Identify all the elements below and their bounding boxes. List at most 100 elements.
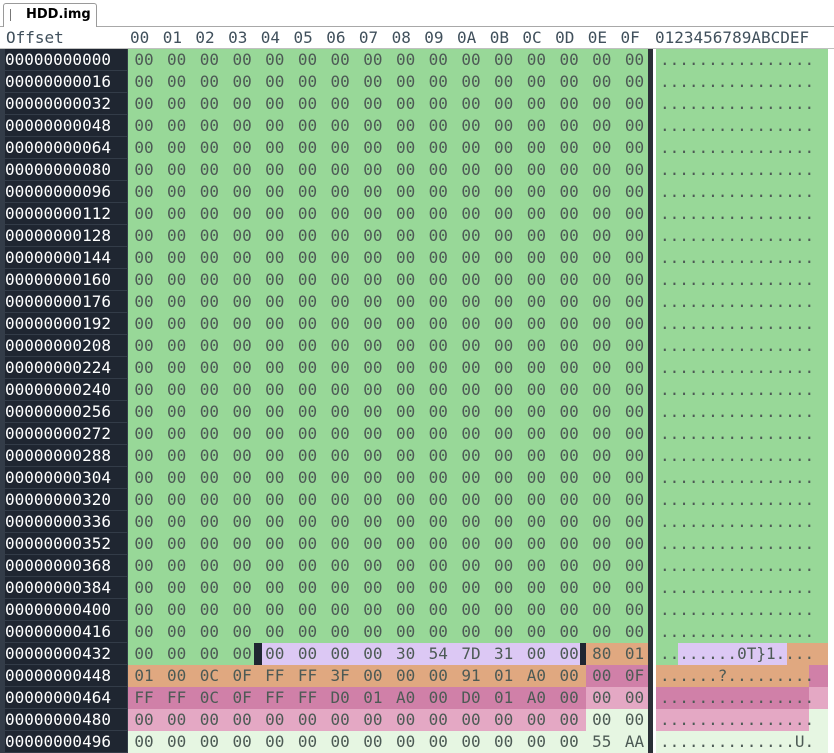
hex-byte[interactable]: 00 (423, 93, 453, 115)
hex-byte[interactable]: 00 (391, 379, 421, 401)
hex-byte[interactable]: 00 (521, 159, 551, 181)
hex-byte[interactable]: 00 (620, 203, 650, 225)
hex-byte[interactable]: 00 (620, 159, 650, 181)
hex-byte[interactable]: 00 (456, 379, 486, 401)
hex-row[interactable]: 00 00 00 00 00 00 00 00 00 00 00 00 00 00 00 00 (128, 181, 655, 203)
hex-byte[interactable]: 00 (391, 335, 421, 357)
hex-byte[interactable]: 00 (391, 533, 421, 555)
hex-byte[interactable]: 00 (162, 379, 192, 401)
hex-byte[interactable]: 00 (587, 225, 617, 247)
hex-byte[interactable]: 0F (227, 687, 257, 709)
hex-byte[interactable]: 00 (260, 49, 290, 71)
hex-byte[interactable]: 00 (194, 225, 224, 247)
hex-byte[interactable]: 00 (227, 225, 257, 247)
hex-byte[interactable]: 00 (129, 203, 159, 225)
hex-byte[interactable]: 00 (358, 599, 388, 621)
hex-byte[interactable]: 00 (129, 555, 159, 577)
hex-byte[interactable]: 00 (489, 49, 519, 71)
hex-byte[interactable]: 00 (423, 621, 453, 643)
hex-byte[interactable]: 00 (325, 401, 355, 423)
hex-byte[interactable]: 00 (587, 621, 617, 643)
hex-byte[interactable]: 00 (620, 181, 650, 203)
hex-row[interactable]: 00 00 00 00 00 00 00 00 00 00 00 00 00 00 00 00 (128, 467, 655, 489)
hex-byte[interactable]: 00 (456, 291, 486, 313)
hex-byte[interactable]: 00 (620, 687, 650, 709)
hex-byte[interactable]: 00 (325, 269, 355, 291)
hex-row[interactable]: 00 00 00 00 00 00 00 00 00 00 00 00 00 00 00 00 (128, 137, 655, 159)
hex-byte[interactable]: 00 (129, 467, 159, 489)
hex-byte[interactable]: 00 (227, 731, 257, 753)
hex-byte[interactable]: 00 (129, 313, 159, 335)
hex-byte[interactable]: 00 (325, 643, 355, 665)
hex-byte[interactable]: 00 (293, 49, 323, 71)
hex-byte[interactable]: 00 (391, 599, 421, 621)
hex-byte[interactable]: 00 (521, 709, 551, 731)
hex-byte[interactable]: 00 (293, 379, 323, 401)
hex-byte[interactable]: 00 (358, 159, 388, 181)
hex-byte[interactable]: 00 (227, 379, 257, 401)
hex-byte[interactable]: 00 (325, 291, 355, 313)
hex-byte[interactable]: 00 (325, 621, 355, 643)
hex-row[interactable]: 00 00 00 00 00 00 00 00 00 00 00 00 00 00 00 00 (128, 269, 655, 291)
hex-byte[interactable]: 00 (554, 357, 584, 379)
hex-byte[interactable]: 00 (456, 225, 486, 247)
ascii-row[interactable]: ................ (656, 533, 831, 555)
hex-byte[interactable]: 00 (194, 181, 224, 203)
hex-byte[interactable]: 00 (194, 423, 224, 445)
hex-byte[interactable]: 00 (293, 313, 323, 335)
hex-byte[interactable]: 00 (194, 401, 224, 423)
hex-byte[interactable]: 00 (391, 137, 421, 159)
hex-byte[interactable]: 00 (358, 203, 388, 225)
hex-byte[interactable]: 00 (129, 115, 159, 137)
hex-byte[interactable]: 00 (194, 577, 224, 599)
hex-byte[interactable]: 00 (587, 401, 617, 423)
hex-byte[interactable]: 00 (423, 577, 453, 599)
hex-byte[interactable]: 00 (293, 225, 323, 247)
hex-byte[interactable]: 00 (325, 577, 355, 599)
hex-row[interactable]: 00 00 00 00 00 00 00 00 00 00 00 00 00 00 00 00 (128, 621, 655, 643)
hex-byte[interactable]: 00 (587, 247, 617, 269)
hex-byte[interactable]: 00 (260, 137, 290, 159)
hex-byte[interactable]: 00 (423, 225, 453, 247)
hex-byte[interactable]: 00 (456, 203, 486, 225)
hex-byte[interactable]: 00 (587, 159, 617, 181)
hex-byte[interactable]: 00 (587, 335, 617, 357)
hex-byte[interactable]: 00 (260, 159, 290, 181)
hex-byte[interactable]: 00 (456, 489, 486, 511)
hex-byte[interactable]: 00 (620, 511, 650, 533)
hex-byte[interactable]: 00 (358, 335, 388, 357)
hex-byte[interactable]: 00 (260, 269, 290, 291)
hex-row[interactable]: 00 00 00 00 00 00 00 00 00 00 00 00 00 00 55 AA (128, 731, 655, 753)
hex-byte[interactable]: 00 (227, 137, 257, 159)
hex-byte[interactable]: 00 (194, 599, 224, 621)
hex-byte[interactable]: 00 (358, 313, 388, 335)
hex-byte[interactable]: 00 (293, 577, 323, 599)
hex-byte[interactable]: 00 (456, 599, 486, 621)
hex-byte[interactable]: 00 (489, 335, 519, 357)
hex-byte[interactable]: 00 (293, 709, 323, 731)
hex-byte[interactable]: 00 (227, 709, 257, 731)
hex-byte[interactable]: 00 (260, 247, 290, 269)
hex-byte[interactable]: 00 (325, 511, 355, 533)
hex-byte[interactable]: 00 (129, 291, 159, 313)
hex-byte[interactable]: 00 (260, 489, 290, 511)
hex-byte[interactable]: 00 (194, 731, 224, 753)
ascii-row[interactable]: ................ (656, 489, 831, 511)
hex-byte[interactable]: 00 (587, 445, 617, 467)
scrollbar[interactable] (828, 49, 834, 753)
hex-byte[interactable]: 00 (554, 511, 584, 533)
hex-byte[interactable]: 0C (194, 687, 224, 709)
hex-byte[interactable]: 00 (260, 313, 290, 335)
hex-byte[interactable]: 00 (162, 467, 192, 489)
hex-byte[interactable]: 00 (489, 203, 519, 225)
hex-byte[interactable]: 00 (260, 731, 290, 753)
hex-byte[interactable]: 00 (162, 401, 192, 423)
hex-byte[interactable]: 00 (391, 225, 421, 247)
hex-byte[interactable]: 00 (391, 115, 421, 137)
hex-byte[interactable]: 00 (489, 401, 519, 423)
hex-byte[interactable]: 00 (358, 71, 388, 93)
hex-row[interactable]: 00 00 00 00 00 00 00 00 00 00 00 00 00 00 00 00 (128, 401, 655, 423)
hex-byte[interactable]: 00 (391, 555, 421, 577)
hex-byte[interactable]: 00 (358, 49, 388, 71)
hex-row[interactable]: 00 00 00 00 00 00 00 00 00 00 00 00 00 00 00 00 (128, 445, 655, 467)
